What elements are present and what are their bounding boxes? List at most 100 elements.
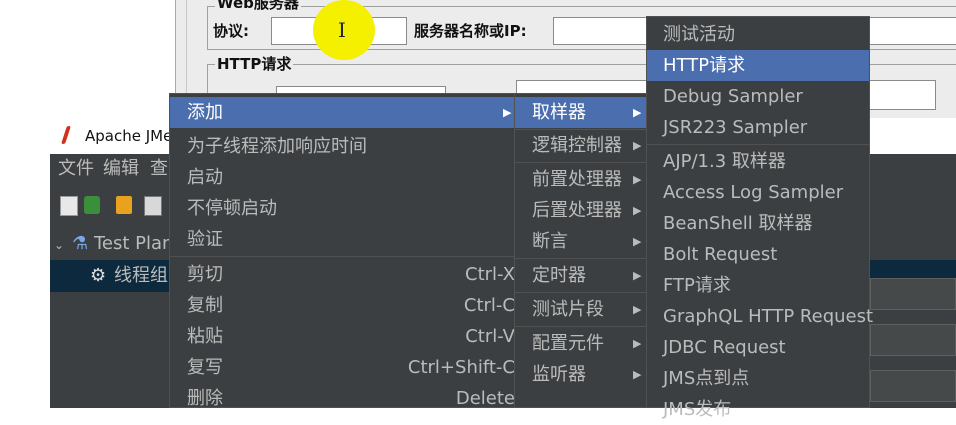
right-panel-field[interactable] — [870, 370, 956, 402]
menu-item-label: HTTP请求 — [663, 55, 746, 76]
menu-item-duplicate[interactable]: 复写 Ctrl+Shift-C — [170, 352, 515, 383]
menu-separator — [515, 258, 647, 259]
server-name-label: 服务器名称或IP: — [414, 22, 527, 40]
menu-item-test-action[interactable]: 测试活动 — [647, 19, 869, 50]
menu-item-beanshell-sampler[interactable]: BeanShell 取样器 — [647, 208, 869, 239]
menu-item-graphql-request[interactable]: GraphQL HTTP Request — [647, 301, 873, 332]
menu-search[interactable]: 查 — [150, 159, 168, 179]
http-request-legend: HTTP请求 — [215, 55, 294, 73]
menu-item-label: 断言 — [532, 231, 568, 252]
new-plan-icon[interactable] — [60, 196, 78, 216]
menu-edit[interactable]: 编辑 — [103, 159, 139, 179]
menu-item-label: JMS点到点 — [663, 368, 750, 389]
menu-item-add[interactable]: 添加 ▶ — [170, 97, 515, 128]
menu-item-bolt-request[interactable]: Bolt Request — [647, 239, 869, 270]
flask-icon: ⚗ — [72, 233, 89, 254]
sampler-submenu: 测试活动 HTTP请求 Debug Sampler JSR223 Sampler… — [646, 16, 873, 420]
gear-icon: ⚙ — [90, 265, 107, 286]
submenu-arrow-icon: ▶ — [633, 303, 642, 316]
menu-item-shortcut: Delete — [455, 388, 515, 409]
menu-item-add-response-time[interactable]: 为子线程添加响应时间 — [170, 131, 515, 162]
menu-item-test-fragment[interactable]: 测试片段 ▶ — [515, 294, 647, 325]
web-server-legend: Web服务器 — [215, 0, 301, 11]
menu-item-ajp-sampler[interactable]: AJP/1.3 取样器 — [647, 146, 869, 177]
submenu-arrow-icon: ▶ — [633, 139, 642, 152]
menu-item-pre-processor[interactable]: 前置处理器 ▶ — [515, 164, 647, 195]
submenu-arrow-icon: ▶ — [633, 204, 642, 217]
menu-separator — [515, 292, 647, 293]
menu-item-jms-point-to-point[interactable]: JMS点到点 — [647, 363, 869, 394]
menu-item-cut[interactable]: 剪切 Ctrl-X — [170, 259, 515, 290]
menu-item-start[interactable]: 启动 — [170, 162, 515, 193]
menu-item-label: Debug Sampler — [663, 86, 803, 107]
menu-item-validate[interactable]: 验证 — [170, 224, 515, 255]
menu-item-label: 前置处理器 — [532, 169, 622, 190]
menu-item-start-no-pause[interactable]: 不停顿启动 — [170, 193, 515, 224]
menu-item-label: 配置元件 — [532, 333, 604, 354]
add-submenu: 取样器 ▶ 逻辑控制器 ▶ 前置处理器 ▶ 后置处理器 ▶ 断言 ▶ 定时器 ▶… — [514, 93, 648, 408]
menu-item-label: 后置处理器 — [532, 200, 622, 221]
menu-item-paste[interactable]: 粘贴 Ctrl-V — [170, 321, 515, 352]
menu-separator — [515, 326, 647, 327]
menu-separator — [647, 144, 869, 145]
submenu-arrow-icon: ▶ — [633, 235, 642, 248]
submenu-arrow-icon: ▶ — [633, 106, 642, 119]
menu-item-label: 为子线程添加响应时间 — [187, 136, 367, 157]
tree-label-thread-group: 线程组 — [114, 265, 168, 286]
text-cursor-icon: I — [338, 18, 346, 42]
menu-item-label: JSR223 Sampler — [663, 117, 808, 138]
templates-icon[interactable] — [84, 196, 100, 214]
menu-item-label: 监听器 — [532, 364, 586, 385]
protocol-label: 协议: — [213, 22, 249, 40]
right-panel-field[interactable] — [870, 278, 956, 310]
menu-item-config-element[interactable]: 配置元件 ▶ — [515, 328, 647, 359]
menu-item-label: 测试片段 — [532, 299, 604, 320]
menu-item-jms-publisher[interactable]: JMS发布 — [647, 394, 869, 425]
jmeter-feather-icon — [61, 126, 71, 144]
right-panel-field[interactable] — [870, 324, 956, 356]
menu-item-jsr223-sampler[interactable]: JSR223 Sampler — [647, 112, 869, 143]
menu-item-debug-sampler[interactable]: Debug Sampler — [647, 81, 869, 112]
menu-item-shortcut: Ctrl-C — [463, 295, 515, 316]
open-folder-icon[interactable] — [116, 196, 132, 214]
menu-item-shortcut: Ctrl-V — [465, 326, 515, 347]
submenu-arrow-icon: ▶ — [633, 368, 642, 381]
menu-item-label: 删除 — [187, 388, 223, 409]
menu-item-shortcut: Ctrl+Shift-C — [407, 357, 515, 378]
menu-item-label: 复制 — [187, 295, 223, 316]
menu-item-label: JDBC Request — [663, 337, 786, 358]
window-title: Apache JMe — [85, 127, 173, 145]
menu-separator — [170, 256, 515, 257]
menu-item-label: 取样器 — [532, 102, 586, 123]
menu-item-label: 逻辑控制器 — [532, 135, 622, 156]
menu-item-label: 剪切 — [187, 264, 223, 285]
expand-chevron-icon[interactable]: ⌄ — [54, 234, 64, 256]
submenu-arrow-icon: ▶ — [633, 337, 642, 350]
menu-item-sampler[interactable]: 取样器 ▶ — [515, 97, 647, 128]
submenu-arrow-icon: ▶ — [503, 106, 512, 119]
menu-item-jdbc-request[interactable]: JDBC Request — [647, 332, 869, 363]
menu-item-http-request[interactable]: HTTP请求 — [647, 50, 869, 81]
menu-item-ftp-request[interactable]: FTP请求 — [647, 270, 869, 301]
menu-item-label: 测试活动 — [663, 24, 735, 45]
menu-item-label: 复写 — [187, 357, 223, 378]
menu-item-shortcut: Ctrl-X — [465, 264, 515, 285]
menu-item-post-processor[interactable]: 后置处理器 ▶ — [515, 195, 647, 226]
menu-item-label: GraphQL HTTP Request — [663, 306, 874, 327]
save-icon[interactable] — [144, 196, 162, 216]
menu-item-copy[interactable]: 复制 Ctrl-C — [170, 290, 515, 321]
menu-item-assertion[interactable]: 断言 ▶ — [515, 226, 647, 257]
menu-item-label: Access Log Sampler — [663, 182, 844, 203]
menu-item-access-log-sampler[interactable]: Access Log Sampler — [647, 177, 869, 208]
menu-separator — [515, 162, 647, 163]
menu-item-label: 粘贴 — [187, 326, 223, 347]
menu-item-label: 启动 — [187, 167, 223, 188]
menu-item-timer[interactable]: 定时器 ▶ — [515, 260, 647, 291]
menu-item-delete[interactable]: 删除 Delete — [170, 383, 515, 414]
menu-item-logic-controller[interactable]: 逻辑控制器 ▶ — [515, 130, 647, 161]
menu-item-label: JMS发布 — [663, 399, 732, 420]
menu-file[interactable]: 文件 — [58, 159, 94, 179]
submenu-arrow-icon: ▶ — [633, 173, 642, 186]
menu-item-listener[interactable]: 监听器 ▶ — [515, 359, 647, 390]
menu-item-label: 验证 — [187, 229, 223, 250]
